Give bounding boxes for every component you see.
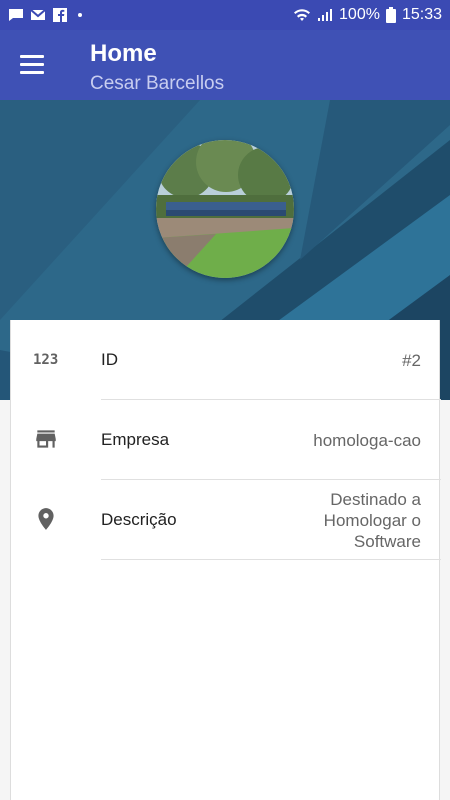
divider [101, 559, 441, 560]
store-icon [36, 430, 56, 448]
row-value: homologa-cao [313, 430, 421, 450]
row-value: #2 [402, 350, 421, 370]
notification-icons [8, 7, 82, 23]
info-row-id: 123 ID #2 [11, 320, 441, 400]
user-name: Cesar Barcellos [90, 73, 225, 94]
more-notifications-dot [78, 13, 82, 17]
menu-icon[interactable] [20, 52, 50, 78]
gmail-icon [30, 9, 46, 20]
avatar-photo [156, 140, 294, 278]
row-value: Destinado a Homologar o Software [323, 489, 421, 551]
message-icon [9, 9, 23, 21]
facebook-icon [53, 8, 67, 22]
wifi-icon [294, 9, 311, 21]
status-bar: 100% 15:33 [0, 0, 450, 30]
info-card: 123 ID #2 Empresa homologa-cao Descrição… [10, 320, 441, 800]
system-icons: 100% 15:33 [293, 6, 442, 24]
info-row-empresa: Empresa homologa-cao [11, 400, 441, 480]
battery-icon [385, 7, 396, 23]
svg-text:123: 123 [33, 352, 58, 368]
battery-percent: 100% [339, 6, 380, 23]
page-title: Home [90, 40, 157, 67]
info-row-descricao: Descrição Destinado a Homologar o Softwa… [11, 480, 441, 560]
signal-icon [318, 9, 333, 21]
row-label: Descrição [101, 510, 177, 529]
numeric-123-icon: 123 [33, 352, 58, 368]
app-bar: Home Cesar Barcellos [0, 30, 450, 100]
location-pin-icon [38, 508, 54, 530]
avatar[interactable] [156, 140, 294, 278]
clock: 15:33 [401, 6, 442, 23]
row-label: ID [101, 350, 118, 369]
row-label: Empresa [101, 430, 170, 449]
